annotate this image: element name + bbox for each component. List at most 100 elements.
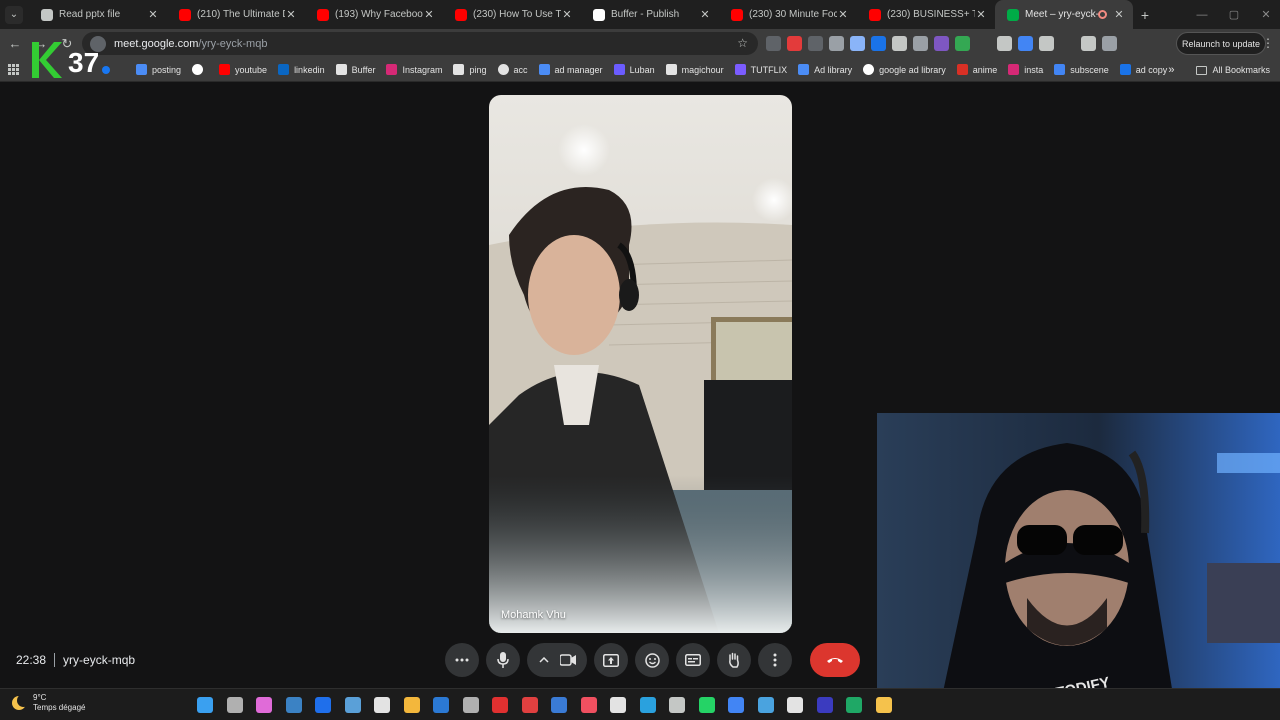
bookmark-item[interactable]: ad manager	[538, 64, 603, 75]
all-bookmarks-button[interactable]: » All Bookmarks	[1168, 64, 1270, 76]
taskbar-app-icon[interactable]	[698, 697, 715, 713]
back-button[interactable]: ←	[4, 33, 26, 55]
bookmark-item[interactable]: anime	[956, 64, 997, 75]
taskbar-app-icon[interactable]	[551, 697, 567, 713]
browser-tab[interactable]: Meet – yry-eyck-mq ✕	[995, 0, 1133, 29]
extension-icon[interactable]	[829, 36, 844, 51]
close-tab-icon[interactable]: ✕	[1113, 8, 1125, 21]
extension-icon[interactable]	[997, 36, 1012, 51]
extension-icon[interactable]	[955, 36, 970, 51]
taskbar-app-icon[interactable]	[403, 697, 420, 713]
taskbar-app-icon[interactable]	[639, 697, 656, 713]
minimize-button[interactable]: —	[1186, 0, 1218, 29]
bookmark-item[interactable]: Ad library	[798, 64, 852, 75]
taskbar-app-icon[interactable]	[226, 697, 243, 713]
taskbar-app-icon[interactable]	[197, 697, 213, 713]
extension-icon[interactable]	[787, 36, 802, 51]
bookmark-star-icon[interactable]: ☆	[737, 36, 748, 50]
new-tab-button[interactable]: +	[1133, 7, 1157, 23]
extension-icon[interactable]	[871, 36, 886, 51]
extension-icon[interactable]	[913, 36, 928, 51]
bookmark-item[interactable]: linkedin	[278, 64, 325, 75]
browser-tab[interactable]: (230) How To Use TikTo✕	[443, 0, 581, 29]
taskbar-app-icon[interactable]	[580, 697, 597, 713]
close-tab-icon[interactable]: ✕	[975, 8, 987, 21]
profile-avatar-icon[interactable]	[1102, 36, 1117, 51]
taskbar-app-icon[interactable]	[462, 697, 479, 713]
browser-tab[interactable]: Buffer - Publish ✕	[581, 0, 719, 29]
browser-tab[interactable]: (230) 30 Minute Focus✕	[719, 0, 857, 29]
extension-icon[interactable]	[850, 36, 865, 51]
taskbar-app-icon[interactable]	[256, 697, 272, 713]
close-tab-icon[interactable]: ✕	[837, 8, 849, 21]
present-screen-button[interactable]	[594, 643, 628, 677]
bookmark-item[interactable]	[192, 64, 208, 75]
extension-icon[interactable]	[934, 36, 949, 51]
taskbar-app-icon[interactable]	[344, 697, 361, 713]
chevron-double-right-icon[interactable]: »	[1168, 64, 1174, 76]
captions-button[interactable]	[676, 643, 710, 677]
close-tab-icon[interactable]: ✕	[147, 8, 159, 21]
bookmark-item[interactable]: ad copy	[1119, 64, 1167, 75]
emoji-reactions-button[interactable]	[635, 643, 669, 677]
more-options-button[interactable]	[445, 643, 479, 677]
reading-list-icon[interactable]	[1081, 36, 1096, 51]
bookmark-item[interactable]: youtube	[219, 64, 267, 75]
more-vert-icon[interactable]: ⋮	[1262, 36, 1274, 50]
extension-icon[interactable]	[808, 36, 823, 51]
taskbar-app-icon[interactable]	[374, 697, 390, 713]
bookmark-item[interactable]: subscene	[1054, 64, 1109, 75]
taskbar-app-icon[interactable]	[816, 697, 833, 713]
close-tab-icon[interactable]: ✕	[699, 8, 711, 21]
taskbar-app-icon[interactable]	[669, 697, 685, 713]
bookmark-item[interactable]: google ad library	[863, 64, 946, 75]
bookmark-item[interactable]: TUTFLIX	[734, 64, 787, 75]
close-tab-icon[interactable]: ✕	[561, 8, 573, 21]
taskbar-app-icon[interactable]	[846, 697, 862, 713]
camera-button[interactable]	[527, 643, 587, 677]
bookmark-item[interactable]: insta	[1008, 64, 1043, 75]
bookmark-item[interactable]: acc	[497, 64, 528, 75]
close-tab-icon[interactable]: ✕	[285, 8, 297, 21]
bookmark-item[interactable]: posting	[136, 64, 181, 75]
maximize-button[interactable]: ▢	[1218, 0, 1250, 29]
apps-grid-icon[interactable]	[8, 63, 20, 76]
taskbar-app-icon[interactable]	[757, 697, 774, 713]
close-window-button[interactable]: ✕	[1250, 0, 1280, 29]
weather-widget[interactable]: 9°C Temps dégagé	[12, 693, 85, 713]
taskbar-app-icon[interactable]	[492, 697, 508, 713]
bookmark-item[interactable]: Luban	[613, 64, 655, 75]
end-call-button[interactable]	[810, 643, 860, 677]
chevron-up-icon[interactable]	[538, 657, 549, 663]
participant-tile[interactable]: Mohamk Vhu	[489, 95, 792, 633]
taskbar-app-icon[interactable]	[610, 697, 626, 713]
bookmark-item[interactable]: ping	[453, 64, 487, 75]
microphone-button[interactable]	[486, 643, 520, 677]
bookmark-item[interactable]: Instagram	[386, 64, 442, 75]
taskbar-app-icon[interactable]	[521, 697, 538, 713]
address-bar[interactable]: meet.google.com/yry-eyck-mqb ☆	[82, 32, 758, 55]
extension-icon[interactable]	[892, 36, 907, 51]
browser-tab[interactable]: Read pptx file ✕	[29, 0, 167, 29]
extension-icon[interactable]	[766, 36, 781, 51]
extensions-puzzle-icon[interactable]	[1039, 36, 1054, 51]
extension-icon[interactable]	[1018, 36, 1033, 51]
taskbar-app-icon[interactable]	[285, 697, 302, 713]
more-vert-button[interactable]	[758, 643, 792, 677]
taskbar-app-icon[interactable]	[315, 697, 331, 713]
raise-hand-button[interactable]	[717, 643, 751, 677]
taskbar-app-icon[interactable]	[875, 697, 892, 713]
relaunch-to-update-button[interactable]: Relaunch to update	[1176, 32, 1266, 55]
taskbar-app-icon[interactable]	[433, 697, 449, 713]
bookmark-item[interactable]: Buffer	[335, 64, 375, 75]
taskbar-app-icon[interactable]	[787, 697, 803, 713]
tab-search-button[interactable]: ⌄	[5, 5, 23, 24]
browser-tab[interactable]: (193) Why Facebook Ad✕	[305, 0, 443, 29]
close-tab-icon[interactable]: ✕	[423, 8, 435, 21]
extension-icon[interactable]	[976, 36, 991, 51]
bookmark-item[interactable]: magichour	[665, 64, 724, 75]
browser-tab[interactable]: (210) The Ultimate Digit✕	[167, 0, 305, 29]
browser-tab[interactable]: (230) BUSINESS+ Talk #✕	[857, 0, 995, 29]
meeting-code[interactable]: yry-eyck-mqb	[63, 653, 135, 667]
taskbar-app-icon[interactable]	[728, 697, 744, 713]
